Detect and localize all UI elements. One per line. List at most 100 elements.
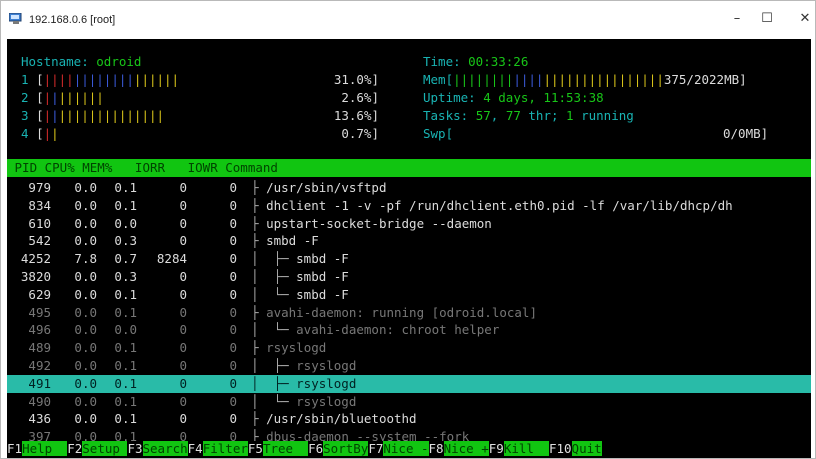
mem-cell: 0.1	[114, 393, 137, 409]
cpu-user-bar: ||||||	[133, 72, 180, 87]
minimize-button[interactable]: –	[723, 9, 751, 29]
pid-cell: 489	[28, 340, 51, 356]
process-row[interactable]: 491 0.0 0.1 0 0 │ ├─ rsyslogd	[7, 374, 811, 393]
fkey-f3[interactable]: F3Search	[127, 441, 188, 456]
command-text: upstart-socket-bridge --daemon	[266, 215, 492, 231]
cpu-user-bar: ||||||||||||||	[58, 108, 165, 123]
fkey-label: Nice +	[443, 441, 489, 456]
tree-branch: │ └─	[251, 286, 297, 302]
window-title: 192.168.0.6 [root]	[29, 14, 116, 26]
iowr-cell: 0	[229, 304, 237, 320]
process-row[interactable]: 496 0.0 0.0 0 0 │ └─ avahi-daemon: chroot hel…	[7, 321, 811, 339]
command-cell: │ └─ avahi-daemon: chroot helper	[251, 321, 499, 339]
cpu-cell: 0.0	[74, 197, 97, 213]
cpu-cell: 0.0	[74, 411, 97, 427]
tree-branch: │ ├─	[251, 357, 297, 373]
iorr-cell: 0	[179, 340, 187, 356]
terminal-area[interactable]: Hostname: odroid 1 [|||||||||||||||||| 31…	[7, 39, 811, 458]
cpu-low-bar: ||||||||	[73, 72, 134, 87]
cpu-id: 2	[21, 90, 37, 105]
iorr-cell: 0	[179, 215, 187, 231]
cpu-user-bar: ||||||	[58, 90, 104, 105]
uptime-line: Uptime: 4 days, 11:53:38	[423, 89, 604, 107]
pid-cell: 491	[28, 375, 51, 391]
cpu-low-bar: |	[51, 90, 59, 105]
process-row[interactable]: 490 0.0 0.1 0 0 │ └─ rsyslogd	[7, 393, 811, 411]
tree-branch: │ ├─	[251, 268, 297, 284]
mem-cell: 0.1	[114, 375, 137, 391]
command-text: smbd -F	[266, 233, 319, 249]
fkey-f8[interactable]: F8Nice +	[428, 441, 489, 456]
cpu-bracket: [	[36, 108, 44, 123]
process-row[interactable]: 979 0.0 0.1 0 0 ├ /usr/sbin/vsftpd	[7, 179, 811, 197]
mem-cell: 0.1	[114, 411, 137, 427]
process-list: 979 0.0 0.1 0 0 ├ /usr/sbin/vsftpd 834 0.0 0.1 0 0…	[7, 179, 811, 446]
command-cell: ├ avahi-daemon: running [odroid.local]	[251, 304, 537, 322]
fkey-label: Setup	[82, 441, 128, 456]
command-cell: │ └─ smbd -F	[251, 286, 349, 304]
threads-count: 77	[505, 108, 521, 123]
command-cell: ├ rsyslogd	[251, 339, 326, 357]
process-row[interactable]: 629 0.0 0.1 0 0 │ └─ smbd -F	[7, 286, 811, 304]
mem-cell: 0.1	[114, 304, 137, 320]
fkey-f10[interactable]: F10Quit	[548, 441, 602, 456]
fkey-label: Quit	[571, 441, 602, 456]
fkey-f9[interactable]: F9Kill	[488, 441, 549, 456]
command-text: rsyslogd	[266, 340, 327, 356]
cpu-cell: 0.0	[74, 233, 97, 249]
command-text: rsyslogd	[296, 357, 357, 373]
mem-cell: 0.0	[114, 322, 137, 338]
time-line: Time: 00:33:26	[423, 53, 528, 71]
cpu-kernel-bar: |	[43, 108, 52, 123]
process-row[interactable]: 834 0.0 0.1 0 0 ├ dhclient -1 -v -pf /run/dhc…	[7, 197, 811, 215]
tree-branch: │ └─	[251, 322, 297, 338]
fkey-label: Filter	[202, 441, 248, 456]
fkey-f4[interactable]: F4Filter	[187, 441, 248, 456]
tree-branch: ├	[251, 180, 267, 195]
mem-buffer-bar: ||||	[513, 72, 544, 87]
threads-label: thr;	[520, 108, 567, 123]
iowr-cell: 0	[229, 393, 237, 409]
process-row[interactable]: 3820 0.0 0.3 0 0 │ ├─ smbd -F	[7, 268, 811, 286]
fkey-f1[interactable]: F1Help	[7, 441, 68, 456]
iowr-cell: 0	[229, 411, 237, 427]
column-header[interactable]: PID CPU% MEM% IORR IOWR Command	[7, 159, 811, 177]
tree-branch: ├	[251, 215, 267, 231]
command-cell: │ └─ rsyslogd	[251, 393, 356, 411]
fkey-number: F7	[368, 441, 384, 456]
running-label: running	[573, 108, 634, 123]
maximize-button[interactable]: ☐	[753, 9, 781, 29]
fkey-f7[interactable]: F7Nice -	[368, 441, 429, 456]
fkey-f5[interactable]: F5Tree	[247, 441, 309, 456]
time-value: 00:33:26	[468, 54, 529, 69]
fkey-number: F2	[67, 441, 83, 456]
command-cell: │ ├─ smbd -F	[251, 250, 349, 268]
process-row[interactable]: 610 0.0 0.0 0 0 ├ upstart-socket-bridge --dae…	[7, 215, 811, 233]
iowr-cell: 0	[229, 215, 237, 231]
cpu-bracket: [	[36, 90, 44, 105]
process-row[interactable]: 436 0.0 0.1 0 0 ├ /usr/sbin/bluetoothd	[7, 410, 811, 428]
iorr-cell: 0	[179, 286, 187, 302]
cpu-low-bar: |	[51, 108, 59, 123]
iorr-cell: 0	[179, 411, 187, 427]
command-cell: ├ /usr/sbin/vsftpd	[251, 179, 386, 197]
cpu-id: 1	[21, 72, 37, 87]
cpu-cell: 0.0	[74, 375, 97, 391]
fkey-f2[interactable]: F2Setup	[67, 441, 128, 456]
process-row[interactable]: 492 0.0 0.1 0 0 │ ├─ rsyslogd	[7, 357, 811, 375]
tree-branch: ├	[251, 197, 267, 213]
mem-used-bar: ||||||||	[453, 72, 514, 87]
process-row[interactable]: 489 0.0 0.1 0 0 ├ rsyslogd	[7, 339, 811, 357]
hostname-value: odroid	[96, 54, 142, 69]
pid-cell: 610	[28, 215, 51, 231]
fkey-label: SortBy	[323, 441, 369, 456]
process-row[interactable]: 495 0.0 0.1 0 0 ├ avahi-daemon: running [odro…	[7, 304, 811, 322]
fkey-f6[interactable]: F6SortBy	[308, 441, 369, 456]
fkey-number: F9	[488, 441, 504, 456]
process-row[interactable]: 542 0.0 0.3 0 0 ├ smbd -F	[7, 232, 811, 250]
pid-cell: 495	[28, 304, 51, 320]
iorr-cell: 0	[179, 322, 187, 338]
close-button[interactable]: ✕	[791, 9, 816, 29]
process-row[interactable]: 4252 7.8 0.7 8284 0 │ ├─ smbd -F	[7, 250, 811, 268]
swap-value: 0/0MB]	[723, 126, 769, 141]
